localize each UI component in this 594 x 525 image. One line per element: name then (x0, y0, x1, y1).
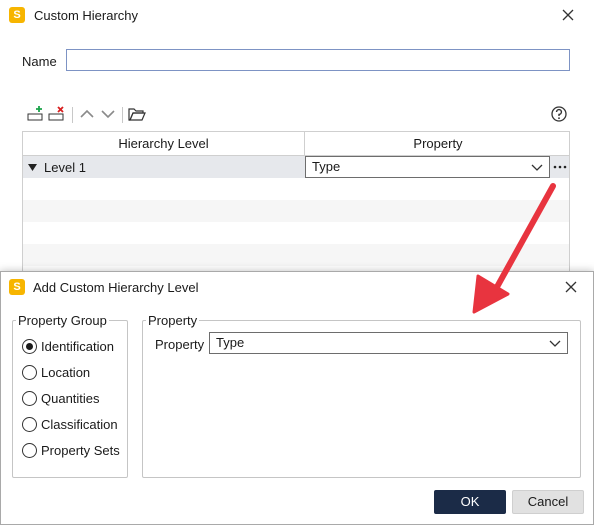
name-input[interactable] (66, 49, 570, 71)
folder-open-icon[interactable] (128, 105, 146, 123)
toolbar-separator-2 (122, 107, 123, 123)
add-level-icon[interactable] (27, 105, 45, 123)
remove-level-icon[interactable] (48, 105, 66, 123)
radio-button[interactable] (22, 391, 37, 406)
radio-label: Identification (41, 339, 114, 354)
cancel-button[interactable]: Cancel (512, 490, 584, 514)
radio-button[interactable] (22, 365, 37, 380)
add-custom-hierarchy-level-dialog: S Add Custom Hierarchy Level Property Gr… (0, 271, 594, 525)
app-logo-icon: S (9, 7, 25, 23)
toolbar-separator (72, 107, 73, 123)
arrow-down-icon[interactable] (99, 105, 117, 123)
expand-triangle-icon[interactable] (28, 163, 37, 172)
close-icon[interactable] (560, 7, 576, 23)
radio-label: Location (41, 365, 91, 380)
app-logo-icon: S (9, 279, 25, 295)
column-header-property[interactable]: Property (305, 132, 569, 156)
table-row-empty (23, 200, 569, 222)
column-header-hierarchy-level[interactable]: Hierarchy Level (23, 132, 305, 156)
close-icon[interactable] (563, 279, 579, 295)
row-level-label: Level 1 (44, 160, 86, 175)
custom-hierarchy-dialog: S Custom Hierarchy Name Hierarchy Level (0, 0, 594, 301)
table-row-empty (23, 178, 569, 200)
radio-button[interactable] (22, 339, 37, 354)
radio-label: Classification (41, 417, 118, 432)
arrow-up-icon[interactable] (78, 105, 96, 123)
property-select-value: Type (216, 335, 245, 350)
add-level-title: Add Custom Hierarchy Level (33, 280, 199, 295)
chevron-down-icon (549, 340, 561, 347)
row-property-select[interactable]: Type (305, 156, 550, 178)
property-box-title: Property (146, 313, 200, 328)
custom-hierarchy-titlebar: S Custom Hierarchy (0, 0, 594, 30)
property-label: Property (155, 337, 205, 352)
row-property-value: Type (312, 159, 341, 174)
table-row-empty (23, 222, 569, 244)
property-group-title: Property Group (16, 313, 109, 328)
more-options-icon[interactable] (551, 156, 569, 178)
table-row-empty (23, 244, 569, 266)
radio-label: Quantities (41, 391, 100, 406)
grid-header: Hierarchy Level Property (23, 132, 569, 156)
add-level-titlebar: S Add Custom Hierarchy Level (1, 272, 593, 302)
radio-button[interactable] (22, 417, 37, 432)
custom-hierarchy-title: Custom Hierarchy (34, 8, 139, 23)
radio-button[interactable] (22, 443, 37, 458)
chevron-down-icon (531, 164, 543, 171)
name-label: Name (22, 54, 57, 69)
ok-button[interactable]: OK (434, 490, 506, 514)
property-select[interactable]: Type (209, 332, 568, 354)
radio-label: Property Sets (41, 443, 120, 458)
help-icon[interactable] (550, 105, 568, 123)
